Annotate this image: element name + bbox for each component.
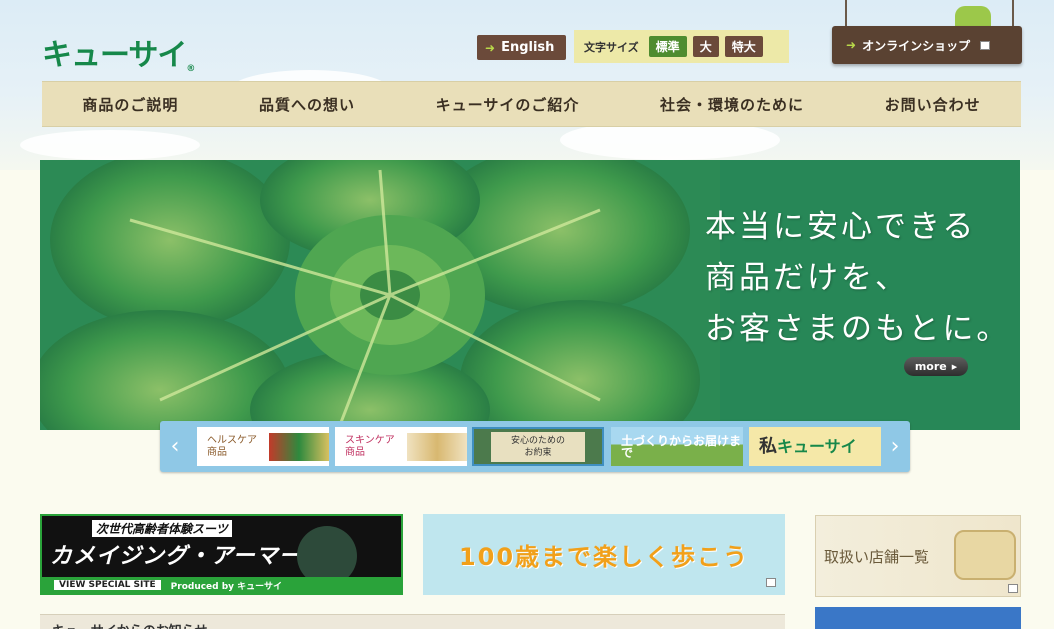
font-size-selector: 文字サイズ 標準 大 特大: [574, 30, 789, 63]
nav-item-contact[interactable]: お問い合わせ: [885, 94, 981, 115]
news-section-header: キューサイからのお知らせ: [40, 614, 785, 629]
carousel-item-label: 土づくりからお届けまで: [621, 433, 742, 460]
font-size-extra-large-button[interactable]: 特大: [724, 36, 763, 57]
external-link-icon: [766, 578, 776, 587]
more-button[interactable]: more ▶: [904, 357, 968, 376]
aging-banner-title: カメイジング・アーマー: [50, 544, 302, 569]
side-banner[interactable]: [815, 607, 1021, 629]
logo-text: キューサイ: [42, 38, 187, 73]
online-shop-label: オンラインショップ: [862, 38, 971, 53]
font-size-large-button[interactable]: 大: [692, 36, 719, 57]
carousel-item-promise[interactable]: 安心のための お約束: [472, 427, 604, 466]
arrow-right-icon: ➜: [846, 38, 857, 52]
carousel-item-label: お約束: [514, 444, 562, 461]
hero-line: お客さまのもとに。: [705, 311, 1011, 347]
hero-banner[interactable]: 本当に安心できる 商品だけを、 お客さまのもとに。 more ▶: [40, 160, 1020, 430]
carousel-item-label: 私: [759, 435, 777, 457]
product-image: [269, 432, 329, 461]
online-shop-button[interactable]: ➜ オンラインショップ: [832, 26, 1022, 64]
aging-armor-banner[interactable]: 次世代高齢者体験スーツ カメイジング・アーマー VIEW SPECIAL SIT…: [40, 514, 403, 595]
news-title: キューサイからのお知らせ: [52, 620, 207, 629]
more-label: more: [914, 360, 947, 373]
nav-item-society-environment[interactable]: 社会・環境のために: [660, 94, 804, 115]
external-link-icon: [1008, 584, 1018, 593]
carousel-item-skincare[interactable]: スキンケア 商品: [335, 427, 467, 466]
english-button[interactable]: ➜ English: [477, 35, 566, 60]
carousel-prev-button[interactable]: ‹: [160, 421, 190, 472]
carousel-item-label: 商品: [345, 446, 365, 458]
main-navigation: 商品のご説明 品質への想い キューサイのご紹介 社会・環境のために お問い合わせ: [42, 81, 1021, 127]
logo-registered-mark: ®: [186, 64, 195, 74]
carousel-item-healthcare[interactable]: ヘルスケア 商品: [197, 427, 329, 466]
product-image: [406, 432, 467, 461]
triangle-right-icon: ▶: [951, 362, 958, 371]
store-list-banner[interactable]: 取扱い店舗一覧: [815, 515, 1021, 597]
font-size-label: 文字サイズ: [584, 40, 639, 54]
walk-100-banner[interactable]: 100歳まで楽しく歩こう: [423, 514, 785, 595]
font-size-standard-button[interactable]: 標準: [648, 36, 687, 57]
sign-rope: [1012, 0, 1014, 28]
nav-item-products[interactable]: 商品のご説明: [82, 94, 178, 115]
aging-banner-subtitle: 次世代高齢者体験スーツ: [92, 520, 232, 537]
cloud: [20, 130, 200, 160]
arrow-right-icon: ➜: [485, 40, 496, 55]
aging-banner-footer: VIEW SPECIAL SITE Produced by キューサイ: [42, 577, 401, 593]
english-label: English: [501, 40, 555, 55]
produced-by-label: Produced by キューサイ: [170, 581, 283, 592]
carousel-item-label: 商品: [207, 446, 227, 458]
hero-headline: 本当に安心できる 商品だけを、 お客さまのもとに。: [705, 202, 1010, 355]
carousel-item-soil-to-delivery[interactable]: 土づくりからお届けまで: [611, 427, 743, 466]
sign-rope: [845, 0, 847, 28]
carousel-next-button[interactable]: ›: [880, 421, 910, 472]
carousel-item-label: スキンケア: [345, 434, 395, 446]
nav-item-about[interactable]: キューサイのご紹介: [436, 94, 580, 115]
nav-item-quality[interactable]: 品質への想い: [259, 94, 355, 115]
hero-line: 本当に安心できる: [705, 209, 977, 245]
store-list-label: 取扱い店舗一覧: [824, 548, 930, 566]
carousel-item-me-and-kyusai[interactable]: 私 キューサイ: [749, 427, 881, 466]
carousel-item-label: キューサイ: [777, 436, 857, 456]
kale-image: [40, 160, 720, 430]
hero-line: 商品だけを、: [705, 260, 909, 296]
view-special-site-link[interactable]: VIEW SPECIAL SITE: [54, 580, 161, 590]
carousel-item-label: ヘルスケア: [207, 434, 257, 446]
site-logo[interactable]: キューサイ®: [42, 30, 195, 74]
cream-jar-image: [954, 530, 1016, 580]
external-link-icon: [980, 40, 991, 50]
walk-banner-title: 100歳まで楽しく歩こう: [458, 543, 750, 571]
feature-carousel: ‹ ヘルスケア 商品 スキンケア 商品 安心のための お約束 土づくりからお届け…: [160, 421, 910, 472]
